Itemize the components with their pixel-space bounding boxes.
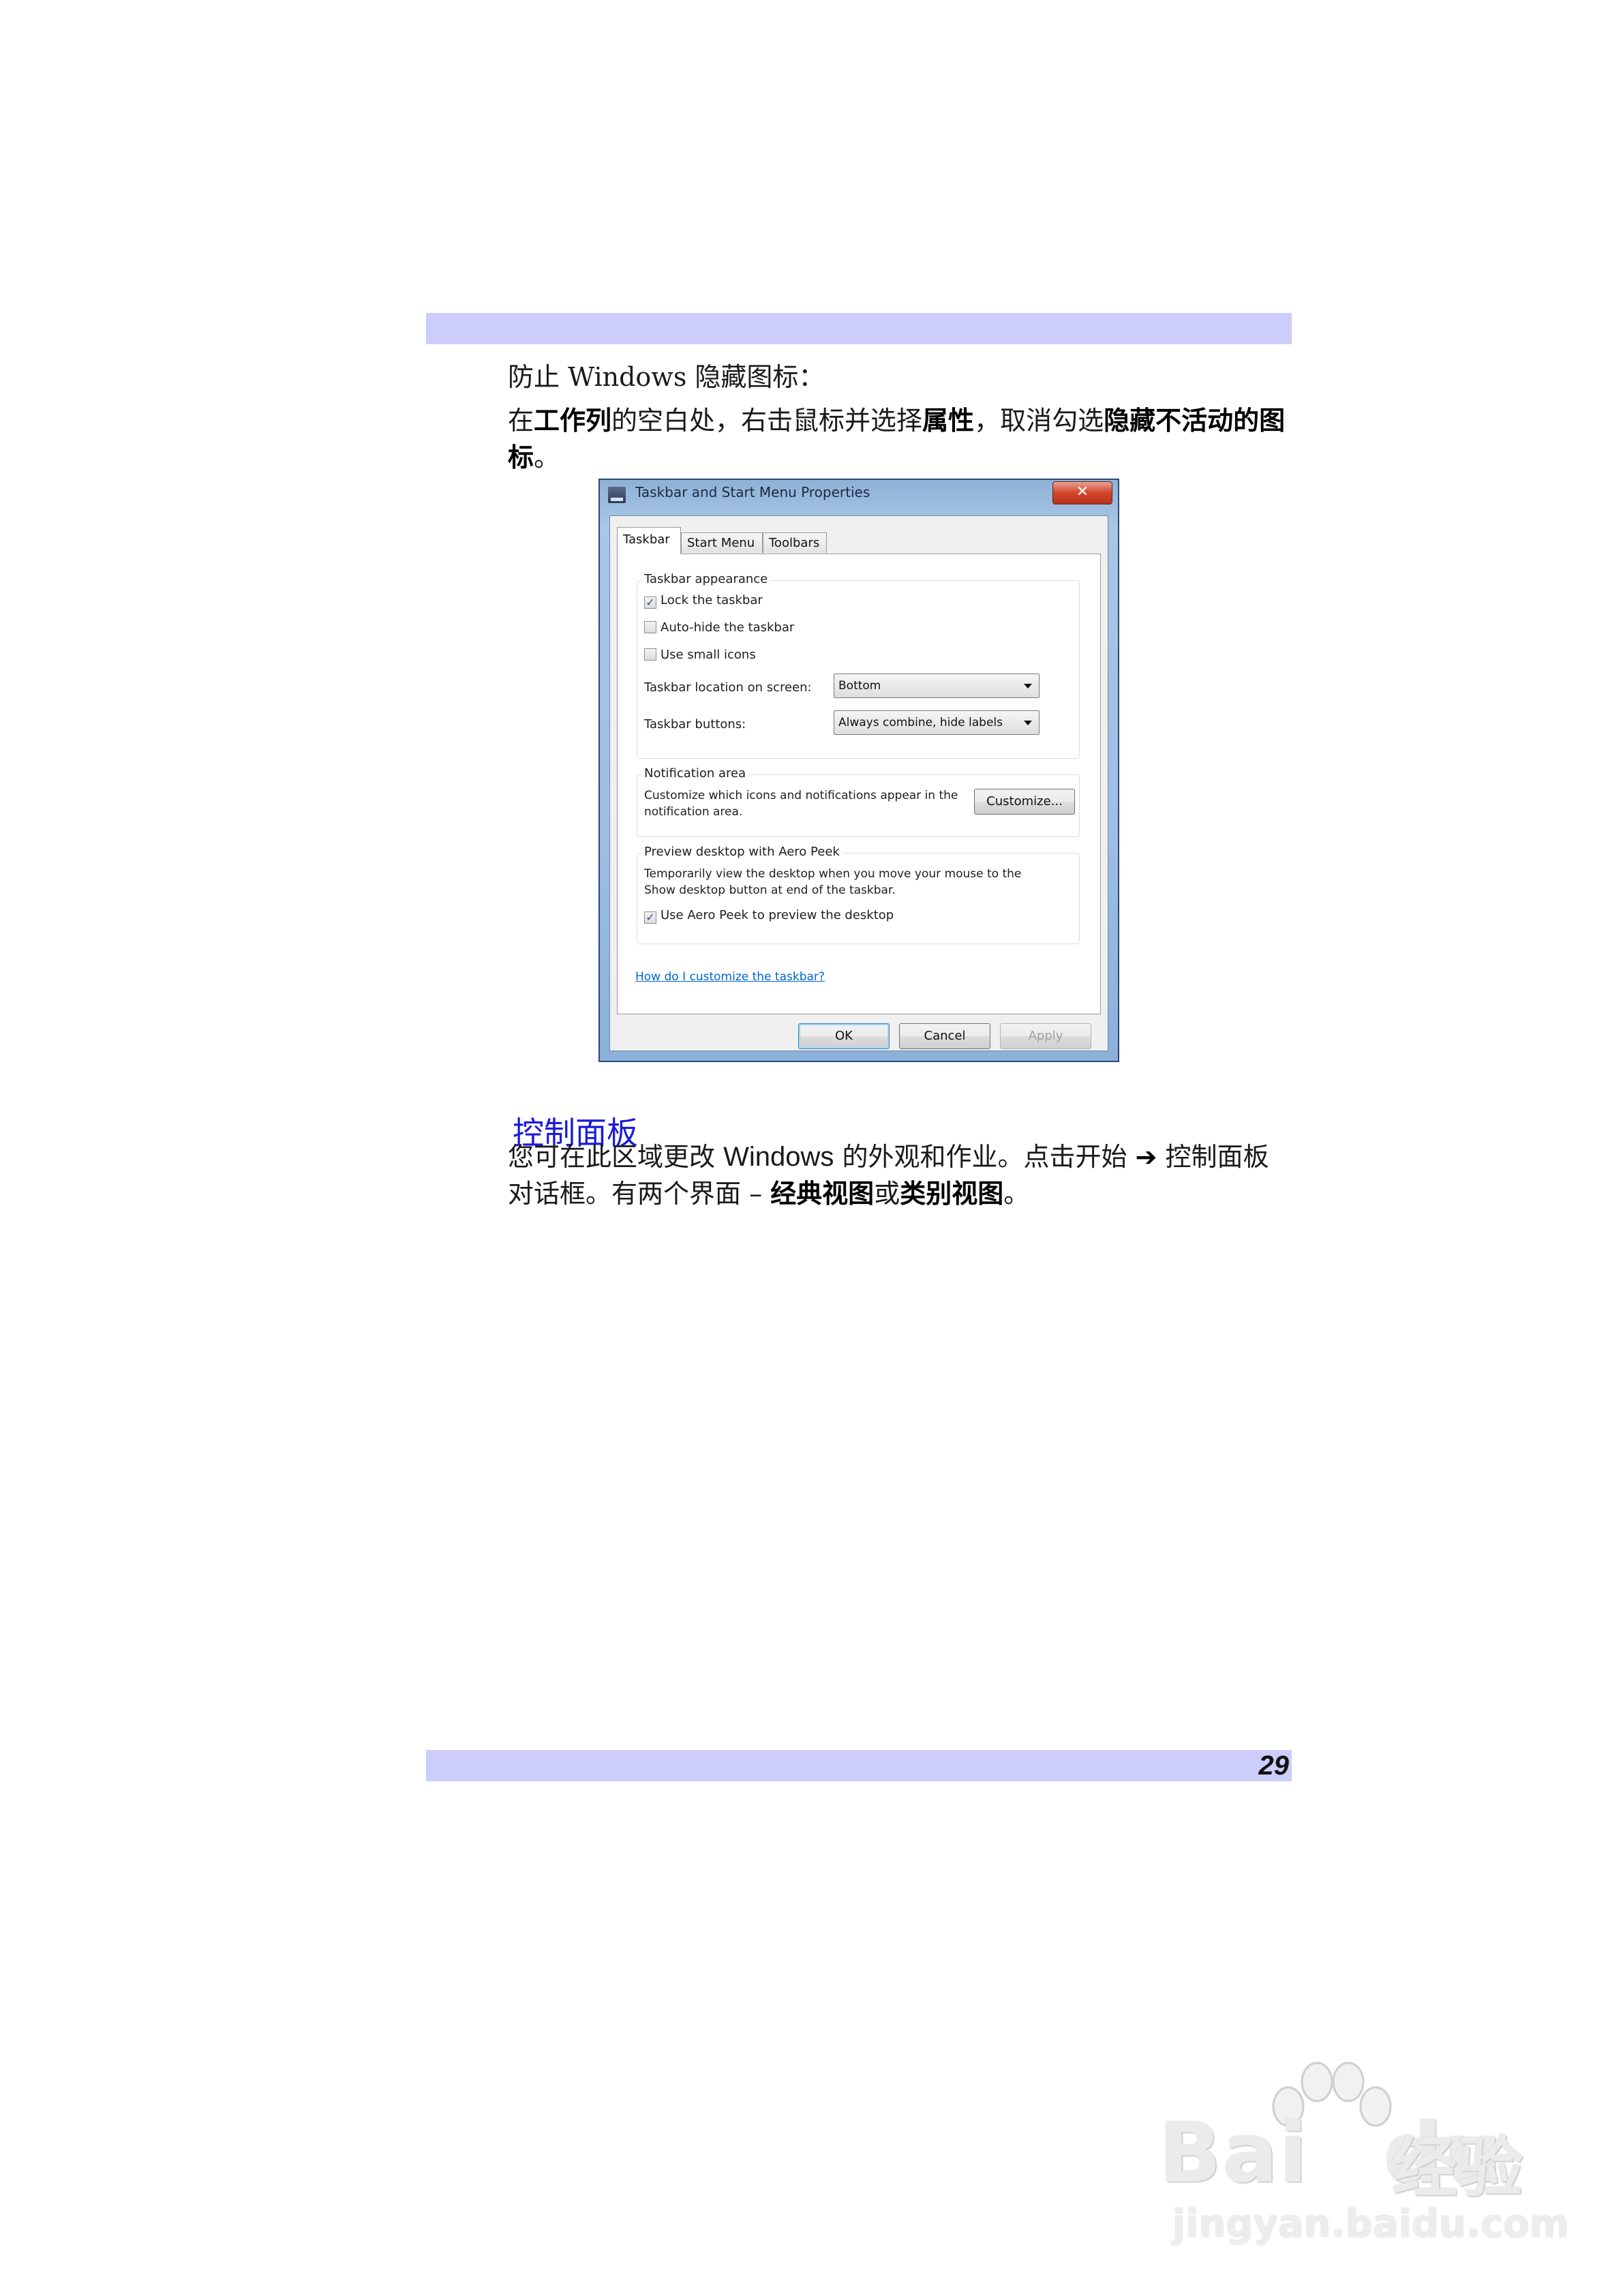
lock-taskbar-checkbox[interactable]: ✓ Lock the taskbar (644, 593, 763, 609)
checkbox-unchecked-icon (644, 621, 656, 633)
paragraph-text: 防止 Windows 隐藏图标： (508, 362, 825, 392)
checkbox-label: Lock the taskbar (661, 593, 763, 607)
notification-area-group: Notification area Customize which icons … (637, 766, 1080, 837)
bold-term-taskbar: 工作列 (534, 406, 612, 436)
checkbox-unchecked-icon (644, 648, 656, 661)
checkbox-checked-icon: ✓ (644, 911, 656, 924)
watermark-url: jingyan.baidu.com (1172, 2202, 1570, 2246)
watermark-brand-part1: Bai (1159, 2106, 1309, 2201)
paragraph-instructions: 在工作列的空白处，右击鼠标并选择属性，取消勾选隐藏不活动的图标。 (508, 402, 1292, 476)
taskbar-buttons-select[interactable]: Always combine, hide labels (834, 710, 1040, 735)
paragraph-prevent-hide: 防止 Windows 隐藏图标： (508, 359, 1292, 395)
ok-button[interactable]: OK (798, 1023, 890, 1049)
close-button[interactable]: ✕ (1052, 481, 1112, 504)
tab-taskbar[interactable]: Taskbar (617, 527, 681, 554)
watermark-cn: 经验 (1392, 2130, 1523, 2206)
tab-panel-taskbar: Taskbar appearance ✓ Lock the taskbar Aut… (617, 554, 1101, 1014)
header-band (426, 313, 1292, 344)
text-segment: ，取消勾选 (974, 406, 1104, 436)
group-label: Taskbar appearance (641, 572, 771, 586)
text-segment: 的空白处，右击鼠标并选择 (611, 406, 923, 436)
baidu-watermark: Bai du 经验 jingyan.baidu.com (1152, 2059, 1569, 2263)
aero-peek-checkbox[interactable]: ✓ Use Aero Peek to preview the desktop (644, 908, 894, 924)
dialog-client: Taskbar Start Menu Toolbars Taskbar appe… (609, 515, 1108, 1051)
dialog-titlebar: Taskbar and Start Menu Properties ✕ (600, 480, 1118, 507)
taskbar-properties-dialog: Taskbar and Start Menu Properties ✕ Task… (598, 479, 1119, 1062)
dropdown-arrow-icon (1024, 684, 1032, 689)
notification-description: Customize which icons and notifications … (644, 789, 958, 819)
tab-start-menu[interactable]: Start Menu (681, 532, 763, 553)
checkbox-label: Use small icons (661, 648, 756, 662)
aero-peek-group: Preview desktop with Aero Peek Temporari… (637, 845, 1080, 944)
taskbar-location-label: Taskbar location on screen: (644, 680, 812, 695)
taskbar-appearance-group: Taskbar appearance ✓ Lock the taskbar Aut… (637, 572, 1080, 759)
cancel-button[interactable]: Cancel (899, 1023, 990, 1049)
bold-term-properties: 属性 (922, 406, 975, 436)
aero-peek-description: Temporarily view the desktop when you mo… (644, 867, 1022, 897)
bold-term-category-view: 类别视图 (900, 1179, 1004, 1209)
close-icon: ✕ (1076, 483, 1089, 500)
apply-button[interactable]: Apply (1000, 1023, 1091, 1049)
text-segment: 的外观和作业。点击开始 (834, 1142, 1136, 1172)
taskbar-app-icon (608, 487, 626, 503)
taskbar-location-select[interactable]: Bottom (834, 674, 1040, 698)
select-value: Always combine, hide labels (838, 716, 1003, 729)
arrow-right-icon: ➔ (1135, 1142, 1157, 1172)
small-icons-checkbox[interactable]: Use small icons (644, 648, 756, 662)
group-label: Preview desktop with Aero Peek (641, 845, 843, 859)
dropdown-arrow-icon (1024, 721, 1032, 725)
text-windows: Windows (723, 1142, 834, 1172)
checkbox-label: Use Aero Peek to preview the desktop (661, 908, 894, 922)
checkbox-label: Auto-hide the taskbar (661, 620, 795, 635)
tab-toolbars[interactable]: Toolbars (763, 532, 827, 553)
checkbox-checked-icon: ✓ (644, 596, 656, 609)
customize-button[interactable]: Customize... (974, 789, 1075, 815)
text-segment: 在 (508, 406, 534, 436)
text-segment: 或 (874, 1179, 900, 1209)
page-number: 29 (1258, 1751, 1290, 1781)
text-segment: 您可在此区域更改 (508, 1142, 724, 1172)
footer-band: 29 (426, 1750, 1292, 1781)
auto-hide-checkbox[interactable]: Auto-hide the taskbar (644, 620, 794, 635)
group-label: Notification area (641, 766, 749, 781)
text-segment: 。 (1003, 1179, 1030, 1209)
paragraph-control-panel: 您可在此区域更改 Windows 的外观和作业。点击开始 ➔ 控制面板对话框。有… (508, 1138, 1292, 1212)
text-segment: 。 (534, 442, 560, 472)
dialog-title: Taskbar and Start Menu Properties (635, 484, 870, 500)
taskbar-buttons-label: Taskbar buttons: (644, 717, 746, 731)
select-value: Bottom (838, 679, 881, 693)
help-link[interactable]: How do I customize the taskbar? (635, 970, 825, 984)
bold-term-classic-view: 经典视图 (770, 1179, 875, 1209)
